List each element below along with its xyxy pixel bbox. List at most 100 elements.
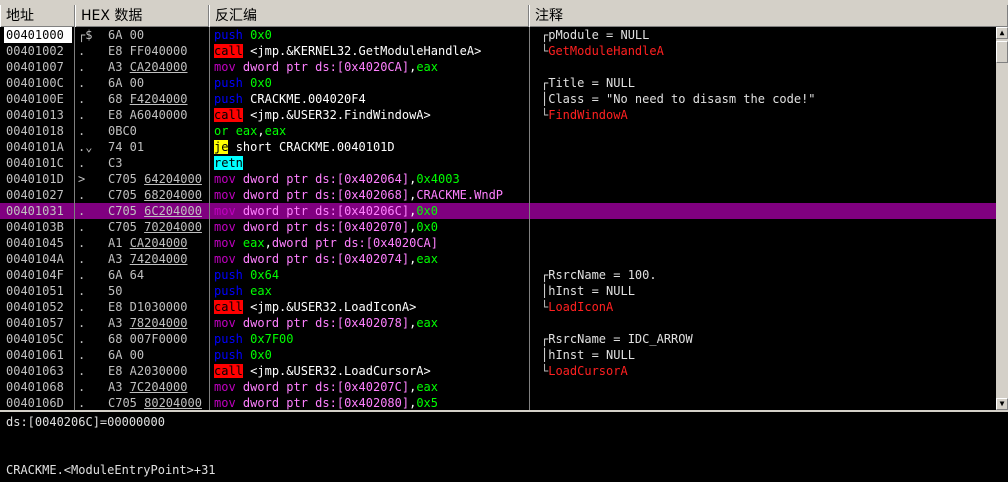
row-disassembly: push 0x0 bbox=[214, 76, 272, 90]
table-row[interactable]: 00401061. 6A 00 push 0x0 │hInst = NULL bbox=[0, 347, 996, 363]
table-row[interactable]: 0040104F. 6A 64 push 0x64 ┌RsrcName = 100. bbox=[0, 267, 996, 283]
row-hex-bytes: 6A 64 bbox=[108, 268, 145, 282]
row-disassembly: or eax,eax bbox=[214, 124, 287, 138]
up-arrow-icon[interactable]: ▲ bbox=[996, 27, 1008, 39]
table-row[interactable]: 00401007. A3 CA204000 mov dword ptr ds:[0x… bbox=[0, 59, 996, 75]
row-comment bbox=[541, 59, 991, 75]
info-line-location: CRACKME.<ModuleEntryPoint>+31 bbox=[6, 463, 216, 477]
table-row[interactable]: 0040101A .⌄ 74 01 je short CRACKME.0040101D bbox=[0, 139, 996, 155]
column-header-address[interactable]: 地址 bbox=[0, 5, 75, 27]
row-address: 0040104A bbox=[6, 252, 64, 266]
row-hex-bytes: E8 A6040000 bbox=[108, 108, 188, 122]
row-flow-marker: . bbox=[78, 300, 86, 314]
row-hex-bytes: E8 D1030000 bbox=[108, 300, 188, 314]
row-mnemonic: call bbox=[214, 44, 243, 58]
table-row[interactable]: 0040100E. 68 F4204000 push CRACKME.004020F… bbox=[0, 91, 996, 107]
row-comment: └LoadIconA bbox=[541, 300, 614, 314]
row-comment bbox=[541, 171, 991, 187]
row-address: 00401013 bbox=[6, 108, 64, 122]
table-row[interactable]: 0040103B. C705 70204000 mov dword ptr ds:[… bbox=[0, 219, 996, 235]
row-flow-marker: ┌$ bbox=[78, 28, 93, 42]
row-disassembly: mov dword ptr ds:[0x402068],CRACKME.WndP bbox=[214, 188, 504, 202]
row-disassembly: call <jmp.&USER32.LoadCursorA> bbox=[214, 364, 431, 378]
row-hex-bytes: E8 A2030000 bbox=[108, 364, 188, 378]
row-hex-bytes: A3 78204000 bbox=[108, 316, 188, 330]
table-row[interactable]: 00401013. E8 A6040000 call <jmp.&USER32.Fi… bbox=[0, 107, 996, 123]
row-address: 00401063 bbox=[6, 364, 64, 378]
row-mnemonic: mov bbox=[214, 188, 236, 202]
row-flow-marker: . bbox=[78, 204, 86, 218]
column-header-hex[interactable]: HEX 数据 bbox=[75, 5, 209, 27]
row-flow-marker: . bbox=[78, 364, 86, 378]
row-comment: ┌Title = NULL bbox=[541, 76, 635, 90]
row-address: 0040104F bbox=[6, 268, 64, 282]
table-row[interactable]: 00401031. C705 6C204000 mov dword ptr ds:[… bbox=[0, 203, 996, 219]
table-row[interactable]: 0040106D. C705 80204000 mov dword ptr ds:[… bbox=[0, 395, 996, 410]
table-row[interactable]: 0040101C. C3 retn bbox=[0, 155, 996, 171]
row-comment bbox=[541, 235, 991, 251]
info-line-operand: ds:[0040206C]=00000000 bbox=[6, 415, 165, 429]
table-row[interactable]: 00401002. E8 FF040000 call <jmp.&KERNEL32.… bbox=[0, 43, 996, 59]
row-hex-bytes: C705 68204000 bbox=[108, 188, 202, 202]
table-row[interactable]: 0040101D > C705 64204000 mov dword ptr ds:[… bbox=[0, 171, 996, 187]
table-row[interactable]: 00401063. E8 A2030000 call <jmp.&USER32.Lo… bbox=[0, 363, 996, 379]
row-flow-marker: > bbox=[78, 172, 86, 186]
row-disassembly: push 0x0 bbox=[214, 348, 272, 362]
row-address: 00401045 bbox=[6, 236, 64, 250]
row-mnemonic: mov bbox=[214, 172, 236, 186]
row-disassembly: mov dword ptr ds:[0x402074],eax bbox=[214, 252, 439, 266]
table-row[interactable]: 00401018. 0BC0 or eax,eax bbox=[0, 123, 996, 139]
row-mnemonic: push bbox=[214, 76, 243, 90]
row-flow-marker: .⌄ bbox=[78, 140, 93, 154]
row-comment bbox=[541, 123, 991, 139]
row-flow-marker: . bbox=[78, 236, 86, 250]
table-row[interactable]: 00401068. A3 7C204000 mov dword ptr ds:[0x… bbox=[0, 379, 996, 395]
row-address: 00401027 bbox=[6, 188, 64, 202]
row-comment bbox=[541, 395, 991, 410]
table-row[interactable]: 00401052. E8 D1030000 call <jmp.&USER32.Lo… bbox=[0, 299, 996, 315]
row-address: 0040101C bbox=[6, 156, 64, 170]
row-disassembly: push eax bbox=[214, 284, 272, 298]
row-comment bbox=[541, 251, 991, 267]
row-mnemonic: push bbox=[214, 348, 243, 362]
row-disassembly: mov dword ptr ds:[0x40207C],eax bbox=[214, 380, 439, 394]
info-pane: ds:[0040206C]=00000000 CRACKME.<ModuleEn… bbox=[0, 410, 1008, 482]
row-address: 00401052 bbox=[6, 300, 64, 314]
row-disassembly: je short CRACKME.0040101D bbox=[214, 140, 395, 154]
table-row[interactable]: 00401057. A3 78204000 mov dword ptr ds:[0x… bbox=[0, 315, 996, 331]
row-hex-bytes: C3 bbox=[108, 156, 123, 170]
scrollbar-thumb[interactable] bbox=[996, 41, 1008, 63]
row-mnemonic: or bbox=[214, 124, 229, 138]
row-address: 00401068 bbox=[6, 380, 64, 394]
row-disassembly: push 0x0 bbox=[214, 28, 272, 42]
column-header-comment[interactable]: 注释 bbox=[529, 5, 1008, 27]
row-hex-bytes: 6A 00 bbox=[108, 28, 145, 42]
disassembly-table[interactable]: 00401000 ┌$ 6A 00 push 0x0 ┌pModule = NULL 00… bbox=[0, 27, 996, 410]
row-hex-bytes: C705 70204000 bbox=[108, 220, 202, 234]
row-address: 0040101A bbox=[6, 140, 64, 154]
column-header-disasm[interactable]: 反汇编 bbox=[209, 5, 529, 27]
row-address: 00401031 bbox=[6, 204, 64, 218]
vertical-scrollbar[interactable]: ▲ ▼ bbox=[996, 27, 1008, 410]
row-disassembly: retn bbox=[214, 155, 529, 171]
row-comment bbox=[541, 315, 991, 331]
row-disassembly: call <jmp.&KERNEL32.GetModuleHandleA> bbox=[214, 44, 482, 58]
row-comment bbox=[541, 379, 991, 395]
table-row[interactable]: 0040100C. 6A 00 push 0x0 ┌Title = NULL bbox=[0, 75, 996, 91]
row-hex-bytes: C705 80204000 bbox=[108, 396, 202, 410]
row-disassembly: mov dword ptr ds:[0x40206C],0x0 bbox=[214, 204, 439, 218]
table-row[interactable]: 00401051. 50 push eax │hInst = NULL bbox=[0, 283, 996, 299]
column-divider bbox=[209, 27, 210, 410]
row-disassembly: push 0x64 bbox=[214, 268, 280, 282]
table-row[interactable]: 0040104A. A3 74204000 mov dword ptr ds:[0x… bbox=[0, 251, 996, 267]
down-arrow-icon[interactable]: ▼ bbox=[996, 398, 1008, 410]
row-mnemonic: retn bbox=[214, 156, 243, 170]
row-disassembly: mov eax,dword ptr ds:[0x4020CA] bbox=[214, 236, 439, 250]
row-flow-marker: . bbox=[78, 92, 86, 106]
table-row[interactable]: 00401000 ┌$ 6A 00 push 0x0 ┌pModule = NULL bbox=[0, 27, 996, 43]
row-comment: └LoadCursorA bbox=[541, 364, 628, 378]
row-address: 00401051 bbox=[6, 284, 64, 298]
table-row[interactable]: 00401045. A1 CA204000 mov eax,dword ptr ds… bbox=[0, 235, 996, 251]
table-row[interactable]: 00401027. C705 68204000 mov dword ptr ds:[… bbox=[0, 187, 996, 203]
table-row[interactable]: 0040105C. 68 007F0000 push 0x7F00 ┌RsrcName… bbox=[0, 331, 996, 347]
